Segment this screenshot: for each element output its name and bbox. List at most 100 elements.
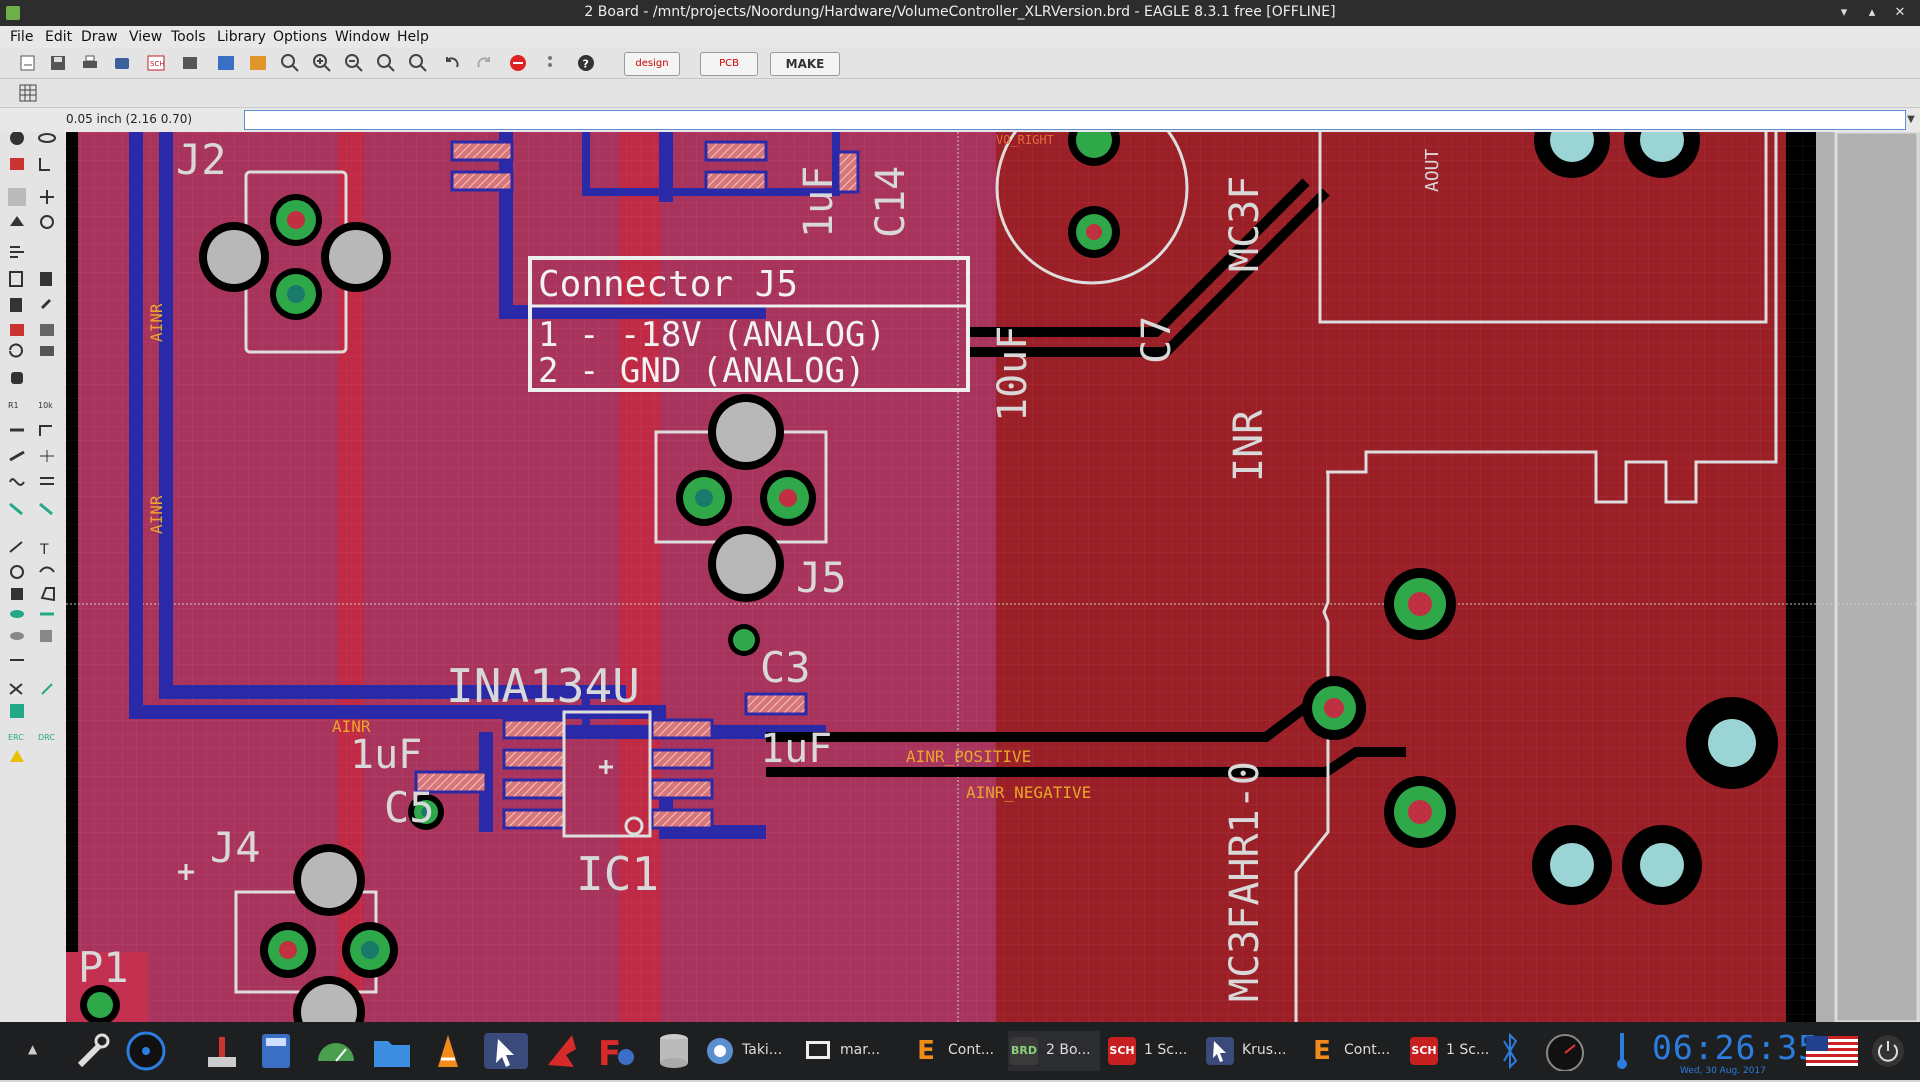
ulp-icon[interactable]	[180, 53, 200, 73]
label-c7: C7	[1134, 316, 1180, 364]
print-icon[interactable]	[80, 53, 100, 73]
scr-icon[interactable]	[216, 53, 236, 73]
replace-icon	[40, 324, 54, 336]
thermometer-icon[interactable]	[1612, 1031, 1632, 1071]
design-link-button[interactable]: design link	[624, 52, 680, 91]
minimize-icon[interactable]: ▾	[1834, 3, 1854, 23]
ratsnest-icon	[9, 683, 23, 695]
menu-options[interactable]: Options	[273, 29, 327, 45]
menu-view[interactable]: View	[129, 29, 162, 45]
zoom-fit-icon[interactable]	[280, 53, 300, 73]
zoom-out-icon[interactable]	[344, 53, 364, 73]
select-icon	[8, 188, 26, 206]
fanout-icon	[39, 502, 53, 516]
cpu-gauge-icon[interactable]	[1540, 1031, 1590, 1071]
tool-icons[interactable]: R1 10k T ERC DRC	[0, 132, 66, 1022]
sch-icon: SCH	[1410, 1037, 1438, 1065]
coordinate-display: 0.05 inch (2.16 0.70)	[66, 112, 193, 126]
make-button[interactable]: MAKE	[770, 52, 840, 76]
taskbar-item-chromium[interactable]: Taki...	[704, 1031, 794, 1071]
database-icon[interactable]	[654, 1031, 694, 1071]
ripup-icon	[40, 477, 54, 485]
taskbar-item-krusader[interactable]: Krus...	[1204, 1031, 1296, 1071]
label-10uf: 10uF	[990, 326, 1036, 422]
chevron-down-icon[interactable]: ▼	[1904, 110, 1918, 130]
zoom-in-icon[interactable]	[312, 53, 332, 73]
sch-icon: SCH	[1108, 1037, 1136, 1065]
calculator-icon[interactable]	[256, 1031, 296, 1071]
joystick-icon[interactable]	[202, 1031, 242, 1071]
go-icon[interactable]	[540, 53, 560, 73]
menu-file[interactable]: File	[10, 29, 33, 45]
stop-icon[interactable]	[508, 53, 528, 73]
bluetooth-icon[interactable]	[1498, 1031, 1522, 1071]
open-icon[interactable]	[18, 53, 38, 73]
clock-date: Wed, 30 Aug. 2017	[1680, 1066, 1766, 1076]
undo-icon[interactable]	[442, 53, 462, 73]
menu-library[interactable]: Library	[217, 29, 266, 45]
chevron-up-icon[interactable]: ▲	[28, 1042, 37, 1082]
change-icon	[9, 343, 23, 358]
mirror-icon	[10, 216, 24, 226]
help-icon[interactable]: ?	[576, 53, 596, 73]
taskbar-item-schematic[interactable]: SCH 1 Sc...	[1106, 1031, 1198, 1071]
paste-icon	[40, 272, 52, 286]
us-flag-icon[interactable]	[1806, 1036, 1858, 1076]
maximize-icon[interactable]: ▴	[1862, 3, 1882, 23]
sch-switch-icon[interactable]: SCH	[146, 53, 166, 73]
taskbar-item-eagle-control[interactable]: E Cont...	[910, 1031, 1000, 1071]
wrench-icon	[40, 298, 52, 310]
zoom-redraw-icon[interactable]	[376, 53, 396, 73]
mark-icon	[39, 158, 50, 171]
command-row: 0.05 inch (2.16 0.70) ▼	[0, 108, 1920, 132]
taskbar-item-terminal[interactable]: mar...	[802, 1031, 892, 1071]
grid-icon[interactable]	[18, 83, 38, 103]
menu-help[interactable]: Help	[397, 29, 429, 45]
save-icon[interactable]	[48, 53, 68, 73]
power-icon[interactable]	[1868, 1031, 1908, 1071]
taskbar-item-eagle-control-2[interactable]: E Cont...	[1306, 1031, 1398, 1071]
copy-icon	[9, 271, 23, 287]
ulp-run-icon[interactable]	[248, 53, 268, 73]
net-ainr-vertical-1: AINR	[147, 303, 166, 342]
net-ainr-positive: AINR_POSITIVE	[906, 747, 1031, 766]
label-aout: AOUT	[1422, 148, 1443, 192]
tool-palette: R1 10k T ERC DRC	[0, 132, 67, 1022]
label-j2: J2	[176, 135, 227, 184]
filezilla-icon[interactable]: F	[596, 1031, 640, 1071]
command-line-input[interactable]	[244, 110, 1906, 130]
media-disc-icon[interactable]	[124, 1031, 168, 1071]
taskbar-item-schematic-2[interactable]: SCH 1 Sc...	[1408, 1031, 1500, 1071]
board-canvas[interactable]: Connector J5 1 - -18V (ANALOG) 2 - GND (…	[66, 132, 1918, 1022]
add-icon	[10, 324, 24, 336]
pcb-quote-button[interactable]: PCB QUOTE	[700, 52, 758, 91]
align-icon	[10, 246, 24, 258]
label-inr: INR	[1226, 409, 1272, 482]
svg-text:F: F	[598, 1034, 621, 1071]
info-line-1: 1 - -18V (ANALOG)	[538, 315, 886, 355]
rect-icon	[11, 588, 23, 600]
close-icon[interactable]: ✕	[1890, 3, 1910, 23]
settings-wrench-icon[interactable]	[72, 1031, 112, 1071]
zoom-select-icon[interactable]	[408, 53, 428, 73]
system-monitor-icon[interactable]	[314, 1031, 358, 1071]
main-toolbar: SCH ? design link PCB QUOTE MAKE	[0, 48, 1920, 91]
eagle-bird-icon[interactable]	[542, 1031, 582, 1071]
label-c5: C5	[384, 783, 435, 832]
folder-icon[interactable]	[370, 1031, 414, 1071]
info-title: Connector J5	[538, 264, 798, 305]
menu-draw[interactable]: Draw	[81, 29, 118, 45]
menu-tools[interactable]: Tools	[171, 29, 206, 45]
menu-bar: File Edit Draw View Tools Library Option…	[0, 26, 1920, 48]
vlc-icon[interactable]	[428, 1031, 468, 1071]
arc-icon	[39, 566, 55, 573]
menu-window[interactable]: Window	[335, 29, 390, 45]
menu-edit[interactable]: Edit	[45, 29, 72, 45]
krusader-icon[interactable]	[482, 1031, 530, 1071]
taskbar-item-board[interactable]: BRD 2 Bo...	[1008, 1031, 1100, 1071]
redo-icon[interactable]	[474, 53, 494, 73]
label-mc3f-top: MC3F	[1222, 176, 1268, 272]
label-ina134u: INA134U	[446, 659, 640, 713]
cam-icon[interactable]	[112, 53, 132, 73]
eagle-icon: E	[917, 1036, 935, 1066]
